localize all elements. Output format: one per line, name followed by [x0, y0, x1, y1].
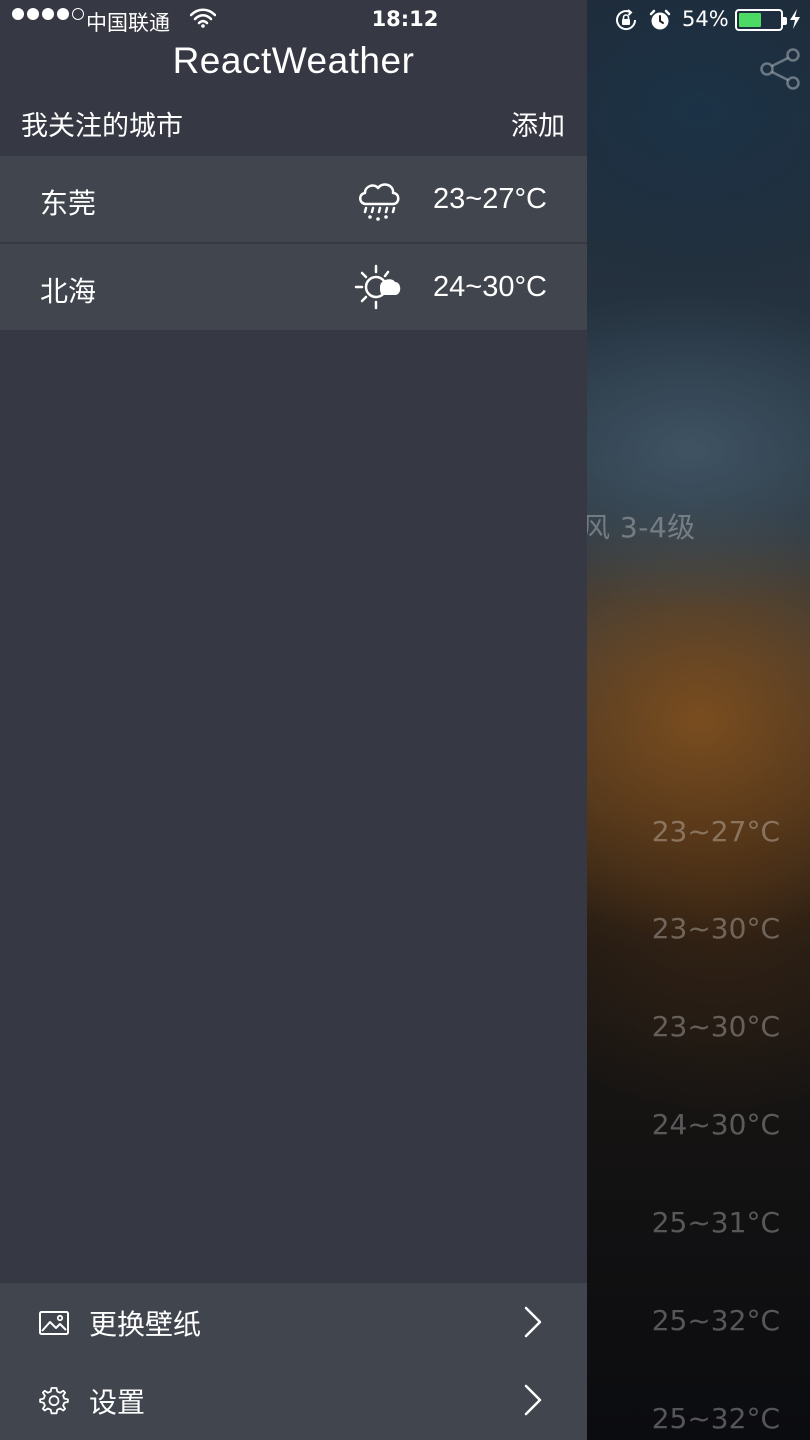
settings-item[interactable]: 设置: [0, 1361, 587, 1439]
app-title: ReactWeather: [172, 40, 415, 81]
forecast-temp: 25~32°C: [651, 1402, 780, 1435]
drawer-bottom-menu: 更换壁纸 设置: [0, 1283, 587, 1440]
section-title: 我关注的城市: [21, 111, 183, 142]
forecast-temp: 23~30°C: [651, 912, 780, 945]
charging-bolt-icon: [790, 9, 800, 29]
side-drawer: ReactWeather 我关注的城市 添加 东莞 23~27°C 北海 24~…: [0, 0, 587, 1440]
sun-cloud-icon: [354, 264, 401, 310]
city-temp: 24~30°C: [433, 271, 547, 303]
city-name: 东莞: [40, 187, 97, 220]
image-icon: [39, 1311, 69, 1335]
battery-percent: 54%: [682, 7, 729, 31]
forecast-temp: 24~30°C: [651, 1108, 780, 1141]
menu-label: 更换壁纸: [89, 1308, 202, 1341]
forecast-temp: 25~32°C: [651, 1304, 780, 1337]
forecast-temp: 25~31°C: [651, 1206, 780, 1239]
city-name: 北海: [40, 275, 97, 308]
chevron-right-icon: [524, 1384, 542, 1416]
city-row-beihai[interactable]: 北海 24~30°C: [0, 244, 587, 330]
rain-cloud-icon: [359, 183, 400, 221]
gear-icon: [39, 1387, 69, 1415]
rotation-lock-icon: [616, 9, 637, 31]
change-wallpaper-item[interactable]: 更换壁纸: [0, 1283, 587, 1361]
add-city-button[interactable]: 添加: [511, 104, 565, 143]
city-temp: 23~27°C: [433, 183, 547, 215]
status-bar: 中国联通 18:12 54%: [0, 0, 810, 40]
share-icon[interactable]: [758, 46, 804, 92]
battery-icon: [735, 9, 787, 31]
city-row-dongguan[interactable]: 东莞 23~27°C: [0, 156, 587, 242]
menu-label: 设置: [89, 1386, 146, 1419]
alarm-icon: [649, 9, 671, 30]
forecast-temp: 23~30°C: [651, 1010, 780, 1043]
chevron-right-icon: [524, 1306, 542, 1338]
wind-level-text: 风 3-4级: [582, 511, 696, 544]
forecast-temp: 23~27°C: [651, 815, 780, 848]
